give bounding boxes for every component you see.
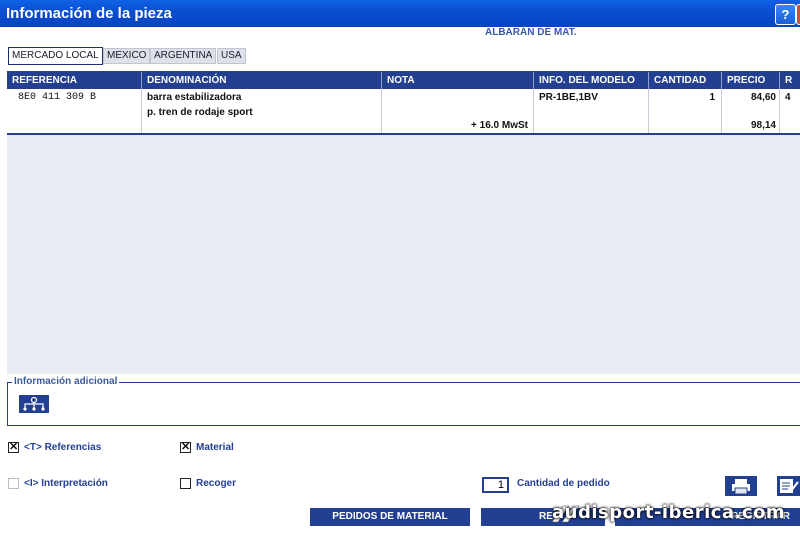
edit-list-icon[interactable] — [777, 476, 800, 496]
pedidos-material-button[interactable]: PEDIDOS DE MATERIAL — [310, 508, 470, 526]
watermark-text: audisport-iberica.com — [552, 502, 786, 523]
cantidad-value: 1 — [709, 92, 715, 103]
referencias-checkbox[interactable]: ✕ — [8, 442, 19, 453]
hierarchy-icon[interactable] — [19, 395, 49, 413]
cell-referencia: 8E0 411 309 B — [7, 89, 142, 133]
col-denominacion[interactable]: DENOMINACIÓN — [142, 72, 382, 89]
interpretacion-label[interactable]: <I> Interpretación — [24, 478, 108, 489]
recoger-label[interactable]: Recoger — [196, 478, 236, 489]
printer-icon[interactable] — [725, 476, 757, 496]
cell-info-modelo: PR-1BE,1BV — [534, 89, 649, 133]
cantidad-pedido-input[interactable]: 1 — [482, 477, 509, 493]
precio-value: 84,60 — [750, 92, 776, 103]
info-adicional-label: Información adicional — [12, 376, 120, 387]
tab-usa[interactable]: USA — [217, 48, 246, 64]
close-button[interactable] — [796, 4, 800, 25]
table-row[interactable]: 8E0 411 309 B barra estabilizadora p. tr… — [7, 89, 800, 135]
precio-total-value: 98,14 — [750, 120, 776, 131]
cantidad-pedido-label: Cantidad de pedido — [517, 478, 610, 489]
nota-value: + 16.0 MwSt — [471, 120, 528, 131]
recoger-checkbox[interactable] — [180, 478, 191, 489]
material-label[interactable]: Material — [196, 442, 234, 453]
referencia-value: 8E0 411 309 B — [18, 92, 97, 103]
info-modelo-value: PR-1BE,1BV — [539, 92, 598, 103]
cell-precio: 84,60 98,14 — [722, 89, 780, 133]
help-button[interactable]: ? — [775, 4, 796, 25]
cell-denominacion: barra estabilizadora p. tren de rodaje s… — [142, 89, 382, 133]
referencias-label[interactable]: <T> Referencias — [24, 442, 101, 453]
table-header: REFERENCIA DENOMINACIÓN NOTA INFO. DEL M… — [7, 72, 800, 89]
col-r[interactable]: R — [780, 72, 800, 89]
col-precio[interactable]: PRECIO — [722, 72, 780, 89]
info-adicional-frame — [7, 382, 800, 426]
cell-nota: + 16.0 MwSt — [382, 89, 534, 133]
col-nota[interactable]: NOTA — [382, 72, 534, 89]
cell-r: 4 — [780, 89, 800, 133]
denominacion-line-2: p. tren de rodaje sport — [147, 107, 253, 118]
info-adicional-group: Información adicional — [7, 376, 800, 426]
denominacion-line-1: barra estabilizadora — [147, 92, 242, 103]
col-cantidad[interactable]: CANTIDAD — [649, 72, 722, 89]
tab-mercado-local[interactable]: MERCADO LOCAL — [8, 47, 103, 65]
albaran-header: ALBARÁN DE MAT. — [485, 27, 577, 38]
r-value: 4 — [785, 92, 791, 103]
col-referencia[interactable]: REFERENCIA — [7, 72, 142, 89]
col-info-modelo[interactable]: INFO. DEL MODELO — [534, 72, 649, 89]
title-bar: Información de la pieza ? — [0, 0, 800, 27]
cell-cantidad: 1 — [649, 89, 722, 133]
interpretacion-checkbox[interactable] — [8, 478, 19, 489]
material-checkbox[interactable]: ✕ — [180, 442, 191, 453]
tab-mexico[interactable]: MEXICO — [103, 48, 151, 64]
window-title: Información de la pieza — [6, 5, 172, 22]
parts-table: REFERENCIA DENOMINACIÓN NOTA INFO. DEL M… — [7, 71, 800, 374]
tab-argentina[interactable]: ARGENTINA — [150, 48, 217, 64]
